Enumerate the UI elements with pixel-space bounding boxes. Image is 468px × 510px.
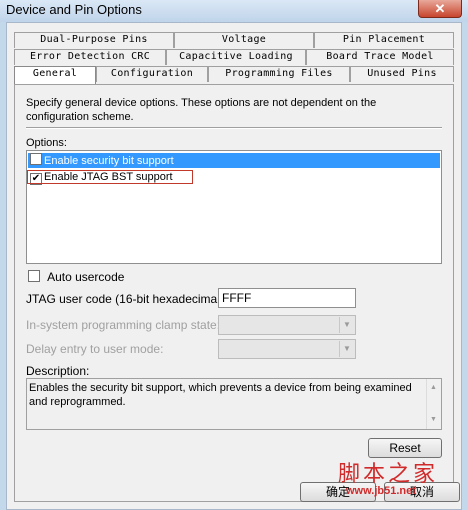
- delay-entry-dropdown[interactable]: ▼: [218, 339, 356, 359]
- security-bit-checkbox[interactable]: [30, 153, 42, 165]
- chevron-down-icon: ▼: [339, 317, 354, 333]
- tab-programming-files[interactable]: Programming Files: [208, 66, 350, 82]
- watermark-url: www.jb51.net: [346, 485, 416, 497]
- chevron-down-icon: ▼: [339, 341, 354, 357]
- scroll-up-icon[interactable]: ▲: [430, 381, 437, 395]
- tab-capacitive-loading[interactable]: Capacitive Loading: [166, 49, 306, 65]
- tab-board-trace-model[interactable]: Board Trace Model: [306, 49, 454, 65]
- window-title: Device and Pin Options: [6, 2, 142, 17]
- tab-pin-placement[interactable]: Pin Placement: [314, 32, 454, 48]
- delay-entry-label: Delay entry to user mode:: [26, 342, 164, 356]
- reset-button[interactable]: Reset: [368, 438, 442, 458]
- auto-usercode-checkbox[interactable]: [28, 270, 40, 282]
- auto-usercode-label: Auto usercode: [47, 270, 125, 284]
- jtag-user-code-input[interactable]: FFFF: [218, 288, 356, 308]
- option-label: Enable security bit support: [44, 155, 174, 167]
- close-icon: ✕: [434, 1, 446, 16]
- option-security-bit[interactable]: Enable security bit support: [28, 153, 440, 168]
- tab-error-detection-crc[interactable]: Error Detection CRC: [14, 49, 166, 65]
- auto-usercode-row[interactable]: Auto usercode: [28, 270, 124, 284]
- tab-unused-pins[interactable]: Unused Pins: [350, 66, 454, 82]
- description-box: Enables the security bit support, which …: [26, 378, 442, 430]
- title-bar: Device and Pin Options ✕: [0, 0, 468, 22]
- jtag-user-code-label: JTAG user code (16-bit hexadecimal):: [26, 292, 228, 306]
- watermark-logo: 脚本之家: [338, 462, 439, 487]
- clamp-state-dropdown[interactable]: ▼: [218, 315, 356, 335]
- tab-dual-purpose-pins[interactable]: Dual-Purpose Pins: [14, 32, 174, 48]
- tab-configuration[interactable]: Configuration: [96, 66, 208, 82]
- tab-voltage[interactable]: Voltage: [174, 32, 314, 48]
- close-button[interactable]: ✕: [418, 0, 462, 18]
- description-label: Description:: [26, 364, 90, 378]
- tab-general[interactable]: General: [14, 66, 96, 84]
- clamp-state-label: In-system programming clamp state:: [26, 318, 221, 332]
- annotation-highlight-box: [27, 170, 193, 184]
- scroll-down-icon[interactable]: ▼: [430, 413, 437, 427]
- description-text: Enables the security bit support, which …: [29, 382, 412, 408]
- description-scrollbar[interactable]: ▲ ▼: [426, 379, 441, 429]
- options-label: Options:: [26, 137, 67, 149]
- options-list[interactable]: Enable security bit support ✔ Enable JTAG…: [26, 150, 442, 264]
- intro-text: Specify general device options. These op…: [26, 97, 377, 123]
- divider: [26, 127, 442, 129]
